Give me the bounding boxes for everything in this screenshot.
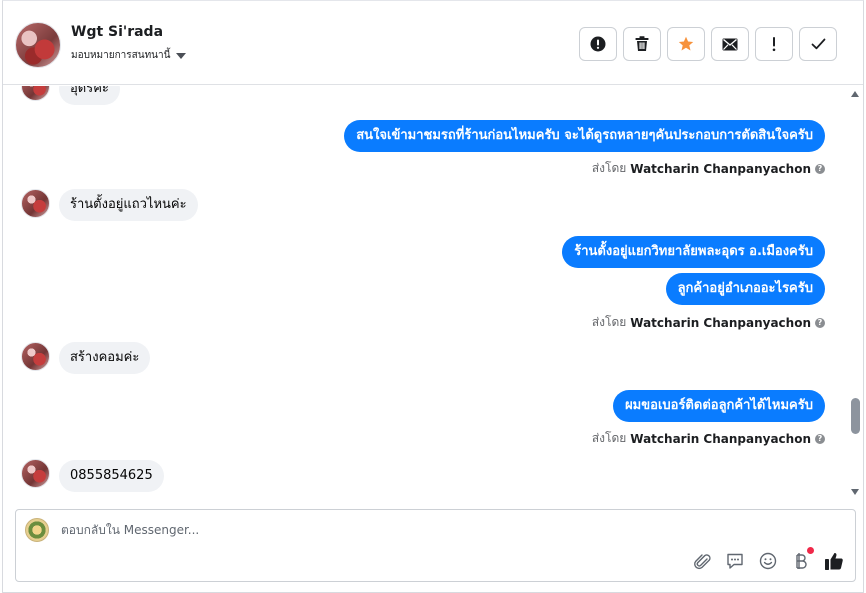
scrollbar-thumb[interactable] [851,398,860,434]
exclamation-icon [772,37,776,52]
sent-by-author[interactable]: Watcharin Chanpanyachon [630,162,811,176]
conversation-actions [579,27,837,61]
star-icon [678,36,694,51]
sent-by-author[interactable]: Watcharin Chanpanyachon [630,432,811,446]
contact-avatar-small[interactable] [21,342,50,371]
spam-button[interactable] [579,27,617,61]
contact-name[interactable]: Wgt Si'rada [71,24,163,40]
reply-input[interactable] [61,523,661,537]
outgoing-message[interactable]: สนใจเข้ามาชมรถที่ร้านก่อนไหมครับ จะได้ดู… [344,120,825,152]
scroll-down-arrow[interactable] [851,489,859,495]
attach-button[interactable] [691,550,713,572]
assign-label: มอบหมายการสนทนานี้ [71,50,171,61]
incoming-message[interactable]: สร้างคอมค่ะ [59,342,151,374]
contact-avatar[interactable] [15,22,61,68]
info-icon[interactable]: ? [815,317,825,328]
follow-up-button[interactable] [755,27,793,61]
caret-down-icon [176,52,187,59]
info-icon[interactable]: ? [815,163,825,174]
alert-circle-icon [590,36,606,52]
incoming-message[interactable]: 0855854625 [59,460,164,492]
incoming-message[interactable]: ร้านตั้งอยู่แถวไหนค่ะ [59,189,198,221]
composer-tools [691,547,845,572]
like-icon [825,553,843,570]
scroll-up-arrow[interactable] [851,91,859,97]
emoji-icon [759,552,777,570]
saved-reply-button[interactable] [724,550,746,572]
star-button[interactable] [667,27,705,61]
outgoing-message[interactable]: ผมขอเบอร์ติดต่อลูกค้าได้ไหมครับ [613,390,825,422]
trash-icon [635,36,649,51]
mark-done-button[interactable] [799,27,837,61]
attachment-icon [694,554,711,570]
check-icon [811,38,825,50]
sent-by-prefix: ส่งโดย [591,315,627,329]
sent-by-author[interactable]: Watcharin Chanpanyachon [630,316,811,330]
sent-by-label: ส่งโดย Watcharin Chanpanyachon ? [592,159,825,178]
payment-button[interactable] [790,547,814,572]
info-icon[interactable]: ? [815,433,825,444]
sent-by-label: ส่งโดย Watcharin Chanpanyachon ? [592,429,825,448]
assign-conversation-dropdown[interactable]: มอบหมายการสนทนานี้ [71,48,187,63]
sent-by-prefix: ส่งโดย [591,161,627,175]
notification-dot [807,547,814,554]
sent-by-prefix: ส่งโดย [591,431,627,445]
contact-avatar-small[interactable] [21,459,50,488]
page-avatar [25,518,49,542]
conversation-panel: Wgt Si'rada มอบหมายการสนทนานี้ อุดรคะ สน… [2,0,864,593]
mark-unread-button[interactable] [711,27,749,61]
emoji-button[interactable] [757,550,779,572]
contact-avatar-small[interactable] [21,86,50,101]
payment-icon [796,553,807,569]
conversation-header: Wgt Si'rada มอบหมายการสนทนานี้ [3,1,863,85]
delete-button[interactable] [623,27,661,61]
sent-by-label: ส่งโดย Watcharin Chanpanyachon ? [592,313,825,332]
contact-avatar-small[interactable] [21,189,50,218]
outgoing-message[interactable]: ร้านตั้งอยู่แยกวิทยาลัยพละอุดร อ.เมืองคร… [562,236,825,268]
message-thread[interactable]: อุดรคะ สนใจเข้ามาชมรถที่ร้านก่อนไหมครับ … [3,86,863,504]
outgoing-message[interactable]: ลูกค้าอยู่อำเภออะไรครับ [665,273,825,305]
incoming-message[interactable]: อุดรคะ [59,86,120,105]
saved-reply-icon [727,553,743,569]
envelope-icon [722,38,738,50]
reply-composer [15,509,856,582]
like-button[interactable] [823,550,845,572]
